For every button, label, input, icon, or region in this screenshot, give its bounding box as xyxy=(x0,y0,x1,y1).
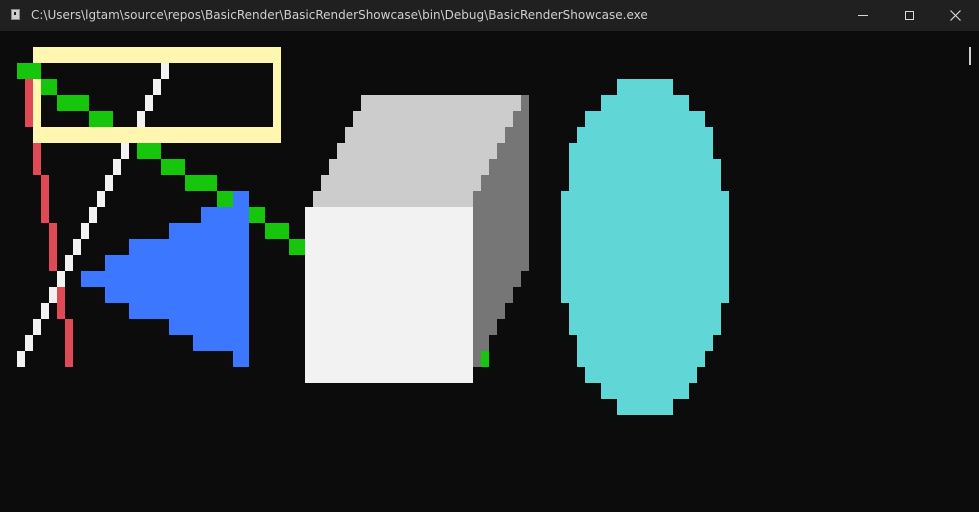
render-canvas xyxy=(17,47,729,415)
blue-triangle xyxy=(81,191,249,367)
red-line xyxy=(25,79,73,367)
gray-cube xyxy=(305,95,529,383)
cyan-ellipse xyxy=(561,79,729,415)
